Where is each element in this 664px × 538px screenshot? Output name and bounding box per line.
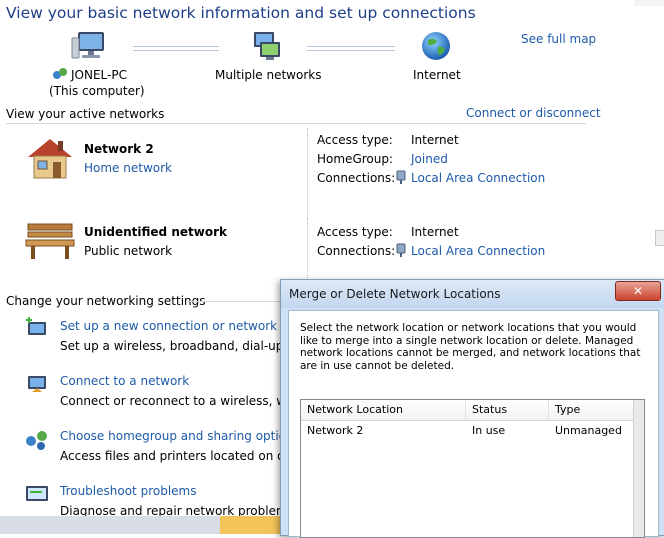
column-header-type[interactable]: Type [549,400,634,420]
setting-description: Set up a wireless, broadband, dial-up, a… [60,339,318,353]
column-header-status[interactable]: Status [466,400,549,420]
connect-to-network-link[interactable]: Connect to a network [60,374,189,388]
close-button[interactable]: ✕ [615,281,661,301]
list-header: Network Location Status Type [301,400,634,421]
column-divider [307,128,308,224]
computer-name: JONEL-PC [71,68,127,82]
local-area-connection-link[interactable]: Local Area Connection [411,244,545,258]
list-scrollbar[interactable] [633,400,644,537]
network-locations-list[interactable]: Network Location Status Type Network 2 I… [300,399,645,538]
access-type-value: Internet [411,133,459,147]
home-network-icon [24,135,76,184]
troubleshoot-icon [24,482,50,509]
homegroup-joined-link[interactable]: Joined [411,152,448,166]
setup-new-connection-link[interactable]: Set up a new connection or network [60,319,277,333]
merge-delete-dialog: Merge or Delete Network Locations ✕ Sele… [280,279,664,538]
cell-location: Network 2 [307,424,364,437]
network-small-icon [52,67,68,84]
see-full-map-link[interactable]: See full map [521,32,596,46]
bench-icon [24,220,76,265]
network-name: Unidentified network [84,225,227,239]
access-type-label: Access type: [317,133,393,147]
settings-heading: Change your networking settings [6,294,206,308]
section-divider [186,301,286,302]
multiple-networks-icon [248,30,284,67]
homegroup-sharing-link[interactable]: Choose homegroup and sharing options [60,429,300,443]
multiple-networks-label: Multiple networks [215,68,322,82]
section-divider [6,123,586,124]
access-type-value: Internet [411,225,459,239]
map-connector-line [307,46,395,47]
network-name: Network 2 [84,142,154,156]
map-connector-line [133,46,219,47]
connections-label: Connections: [317,244,396,258]
access-type-label: Access type: [317,225,393,239]
computer-icon [70,30,108,65]
troubleshoot-link[interactable]: Troubleshoot problems [60,484,196,498]
internet-label: Internet [413,68,461,82]
computer-subtitle: (This computer) [49,84,145,98]
dialog-body: Select the network location or network l… [288,310,659,538]
setting-description: Connect or reconnect to a wireless, wire… [60,394,313,408]
local-area-connection-link[interactable]: Local Area Connection [411,171,545,185]
homegroup-label: HomeGroup: [317,152,394,166]
dialog-description: Select the network location or network l… [300,322,641,373]
new-connection-icon [24,317,50,344]
dialog-title: Merge or Delete Network Locations [289,287,501,301]
network-type: Public network [84,244,173,258]
active-networks-heading: View your active networks [6,107,165,121]
connect-or-disconnect-link[interactable]: Connect or disconnect [466,106,601,120]
connections-label: Connections: [317,171,396,185]
map-connector-line [133,50,219,51]
column-divider [307,218,308,278]
page-title: View your basic network information and … [6,4,476,22]
globe-icon[interactable] [420,30,452,65]
setting-description: Access files and printers located on oth… [60,449,310,463]
table-row[interactable]: Network 2 In use Unmanaged [301,422,634,440]
window-corner [634,0,664,6]
scrollbar-thumb[interactable] [655,230,664,246]
ethernet-icon [396,243,406,261]
cell-status: In use [472,424,506,437]
ethernet-icon [396,170,406,188]
taskbar-button[interactable] [220,516,280,534]
map-connector-line [307,50,395,51]
network-type-link[interactable]: Home network [84,161,172,175]
homegroup-icon [24,427,50,454]
column-header-location[interactable]: Network Location [301,400,466,420]
connect-network-icon [24,372,50,399]
cell-type: Unmanaged [555,424,622,437]
